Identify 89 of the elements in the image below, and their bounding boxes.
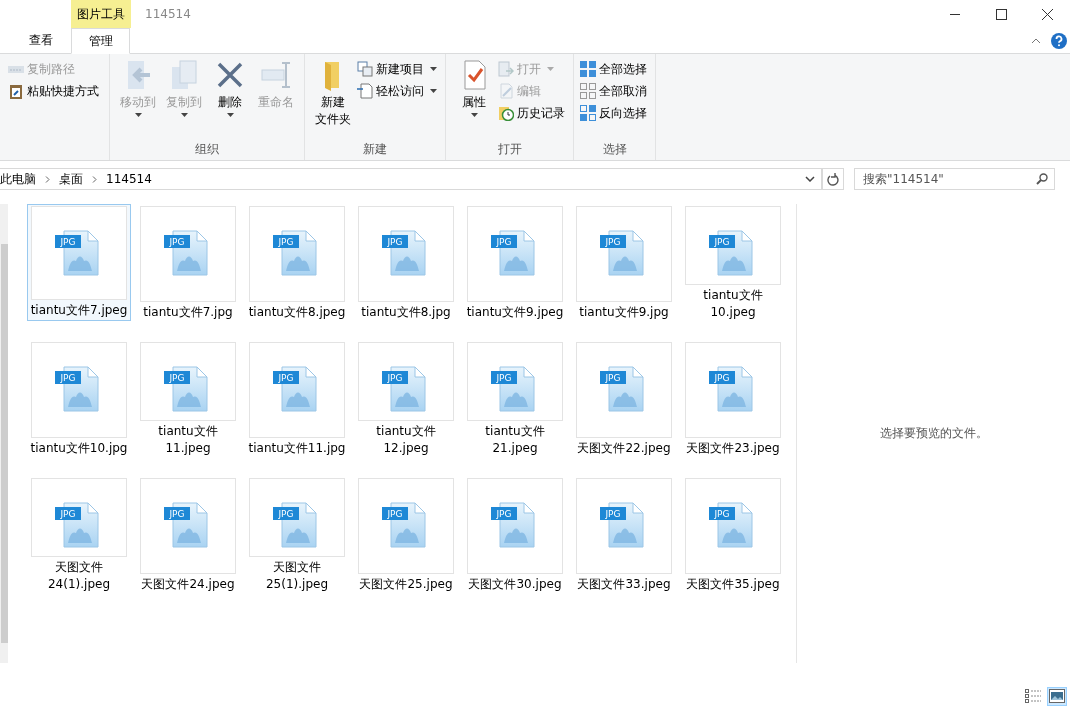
file-item[interactable]: JPG tiantu文件12.jpeg (354, 340, 458, 459)
ribbon-button[interactable]: 粘贴快捷方式 (8, 80, 101, 102)
file-name: 天图文件33.jpeg (576, 576, 672, 593)
file-item[interactable]: JPG 天图文件35.jpeg (681, 476, 785, 595)
ribbon-button[interactable]: 删除 (208, 58, 252, 138)
rename-icon (260, 59, 292, 91)
file-item[interactable]: JPG tiantu文件11.jpg (245, 340, 349, 459)
file-name: tiantu文件7.jpg (142, 304, 234, 321)
breadcrumb[interactable]: 114514 (106, 172, 152, 186)
page-icon (357, 83, 373, 99)
file-item[interactable]: JPG tiantu文件10.jpeg (681, 204, 785, 323)
file-item[interactable]: JPG tiantu文件10.jpg (27, 340, 131, 459)
file-name: tiantu文件9.jpg (578, 304, 670, 321)
file-name: 天图文件35.jpeg (685, 576, 781, 593)
search-icon (1036, 173, 1048, 185)
grid-filled-icon (580, 61, 596, 77)
ribbon-button[interactable]: 历史记录 (498, 102, 567, 124)
scrollbar[interactable] (0, 204, 8, 663)
ribbon-tab[interactable]: 管理 (71, 28, 130, 54)
collapse-ribbon-icon[interactable] (1031, 37, 1041, 44)
breadcrumb[interactable]: 桌面 (59, 170, 83, 188)
file-name: 天图文件24.jpeg (140, 576, 236, 593)
file-name: tiantu文件11.jpeg (157, 423, 219, 457)
file-item[interactable]: JPG tiantu文件8.jpg (354, 204, 458, 323)
file-item[interactable]: JPG 天图文件25.jpeg (354, 476, 458, 595)
file-name: 天图文件23.jpeg (685, 440, 781, 457)
close-icon (1041, 8, 1053, 20)
open-icon (498, 61, 514, 77)
file-item[interactable]: JPG 天图文件24(1).jpeg (27, 476, 131, 595)
ribbon-button[interactable]: 反向选择 (580, 102, 649, 124)
file-name: 天图文件24(1).jpeg (46, 559, 111, 593)
chevron-icon (92, 175, 97, 183)
file-item[interactable]: JPG 天图文件30.jpeg (463, 476, 567, 595)
file-name: 天图文件25.jpeg (358, 576, 454, 593)
file-name: tiantu文件10.jpeg (702, 287, 764, 321)
ribbon-button[interactable]: 新建 文件夹 (311, 58, 355, 138)
address-bar[interactable]: 此电脑 桌面 114514 (0, 168, 822, 190)
file-name: tiantu文件9.jpeg (465, 304, 565, 321)
thumbnail-view-button[interactable] (1047, 686, 1067, 706)
clipboard-icon (8, 83, 24, 99)
file-item[interactable]: JPG 天图文件25(1).jpeg (245, 476, 349, 595)
file-item[interactable]: JPG tiantu文件8.jpeg (245, 204, 349, 323)
file-item[interactable]: JPG 天图文件22.jpeg (572, 340, 676, 459)
preview-message: 选择要预览的文件。 (879, 425, 988, 442)
contextual-tab-header: 图片工具 (71, 0, 131, 28)
ribbon-group-label: 打开 (496, 140, 523, 158)
ribbon-button[interactable]: 属性 (452, 58, 496, 138)
file-item[interactable]: JPG tiantu文件21.jpeg (463, 340, 567, 459)
ribbon-tab[interactable]: 查看 (12, 28, 70, 53)
ribbon-group-label: 组织 (194, 140, 220, 158)
refresh-button[interactable] (822, 168, 844, 190)
grid-partial-icon (580, 105, 596, 121)
file-item[interactable]: JPG 天图文件33.jpeg (572, 476, 676, 595)
file-item[interactable]: JPG 天图文件24.jpeg (136, 476, 240, 595)
edit-page-icon (498, 83, 514, 99)
file-name: tiantu文件10.jpg (29, 440, 129, 457)
window-title: 114514 (145, 7, 191, 21)
dropdown-chevron-icon[interactable] (805, 176, 815, 182)
breadcrumb[interactable]: 此电脑 (0, 170, 36, 188)
file-name: tiantu文件8.jpeg (247, 304, 347, 321)
file-name: tiantu文件21.jpeg (484, 423, 546, 457)
file-name: 天图文件22.jpeg (576, 440, 672, 457)
refresh-icon (827, 172, 839, 186)
file-name: 天图文件25(1).jpeg (264, 559, 329, 593)
history-clock-icon (498, 105, 514, 121)
ribbon-group-label: 新建 (362, 140, 388, 158)
ribbon-button[interactable]: 全部选择 (580, 58, 649, 80)
file-item[interactable]: JPG tiantu文件7.jpg (136, 204, 240, 323)
file-item[interactable]: JPG tiantu文件11.jpeg (136, 340, 240, 459)
file-item[interactable]: JPG tiantu文件9.jpg (572, 204, 676, 323)
ribbon-group-label: 选择 (601, 140, 628, 158)
file-name: tiantu文件8.jpg (360, 304, 452, 321)
grid-empty-icon (580, 83, 596, 99)
details-view-button[interactable] (1023, 686, 1043, 706)
file-name: 天图文件30.jpeg (467, 576, 563, 593)
file-name: tiantu文件7.jpeg (29, 302, 129, 319)
ribbon-button[interactable]: 轻松访问 (357, 80, 439, 102)
file-name: tiantu文件11.jpg (247, 440, 347, 457)
ribbon-button[interactable]: 新建项目 (357, 58, 439, 80)
file-name: tiantu文件12.jpeg (375, 423, 437, 457)
file-item[interactable]: JPG tiantu文件7.jpeg (27, 204, 131, 321)
file-item[interactable]: JPG 天图文件23.jpeg (681, 340, 785, 459)
new-item-icon (357, 61, 373, 77)
chevron-icon (45, 175, 50, 183)
search-field[interactable]: 搜索"114514" (854, 168, 1055, 190)
file-item[interactable]: JPG tiantu文件9.jpeg (463, 204, 567, 323)
help-icon[interactable] (1051, 32, 1067, 49)
maximize-icon (995, 8, 1007, 20)
ribbon-button[interactable]: 全部取消 (580, 80, 649, 102)
